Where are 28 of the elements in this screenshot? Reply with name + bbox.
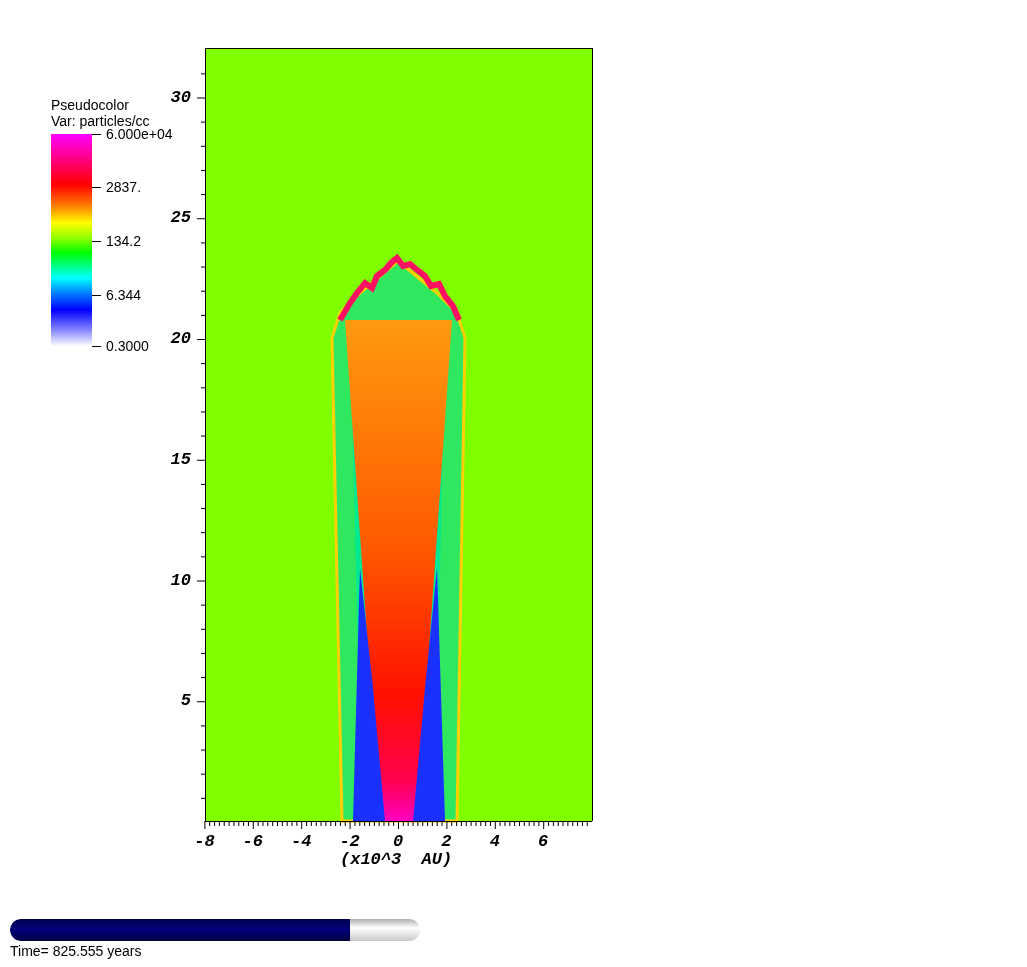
legend-title: Pseudocolor xyxy=(51,98,129,113)
x-tick-label: -6 xyxy=(241,833,264,851)
x-tick-label: 6 xyxy=(537,833,550,851)
y-tick-label: 10 xyxy=(170,571,191,590)
x-axis-label: (x10^3 AU) xyxy=(340,851,453,869)
legend-label: 0.3000 xyxy=(106,338,149,354)
time-label: Time= 825.555 years xyxy=(10,943,142,959)
legend-tick xyxy=(92,295,101,296)
y-tick-label: 25 xyxy=(170,209,191,228)
legend-tick xyxy=(92,187,101,188)
x-tick-label: -4 xyxy=(290,833,313,851)
y-tick-label: 15 xyxy=(170,450,191,469)
x-tick-label: 0 xyxy=(391,833,405,851)
legend-tick xyxy=(92,346,101,347)
y-tick-label: 30 xyxy=(170,88,191,107)
x-tick-label: -2 xyxy=(338,833,361,851)
legend-variable: Var: particles/cc xyxy=(51,114,150,129)
legend-label: 6.344 xyxy=(106,287,142,303)
x-tick-label: 2 xyxy=(440,833,453,851)
legend-tick xyxy=(92,241,101,242)
x-tick-label: 4 xyxy=(488,833,501,851)
y-tick-label: 20 xyxy=(170,330,191,348)
legend-label: 134.2 xyxy=(106,233,142,249)
legend-label: 2837. xyxy=(106,179,142,195)
legend-label: 6.000e+04 xyxy=(106,126,173,142)
y-tick-label: 5 xyxy=(180,692,191,711)
legend-tick xyxy=(92,134,101,135)
x-tick-label: -8 xyxy=(193,833,216,851)
